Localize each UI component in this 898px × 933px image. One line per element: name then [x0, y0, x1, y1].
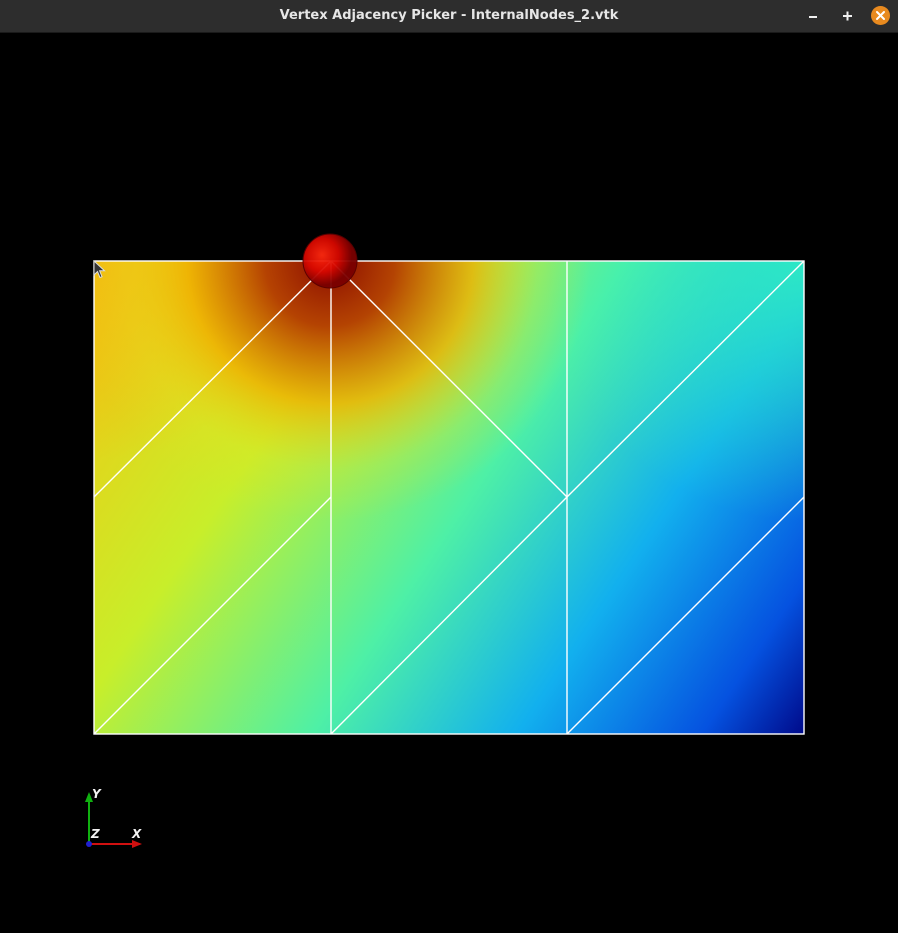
axis-label-y: Y: [92, 787, 101, 801]
axis-label-x: X: [132, 827, 142, 841]
close-icon: [876, 11, 885, 20]
window-title: Vertex Adjacency Picker - InternalNodes_…: [279, 8, 619, 23]
selected-vertex-marker[interactable]: [302, 233, 358, 289]
axis-label-z: Z: [91, 827, 100, 841]
close-button[interactable]: [871, 6, 890, 25]
mesh-surface: [94, 261, 804, 734]
render-viewport[interactable]: Y Z X: [0, 33, 898, 933]
title-bar[interactable]: Vertex Adjacency Picker - InternalNodes_…: [0, 0, 898, 33]
orientation-axes: Y Z X: [80, 787, 150, 859]
minimize-button[interactable]: [802, 5, 824, 27]
app-window: Vertex Adjacency Picker - InternalNodes_…: [0, 0, 898, 933]
plus-icon: [843, 11, 852, 21]
axes-arrows: [85, 792, 142, 848]
mouse-cursor-icon: [93, 260, 106, 279]
minimize-icon: [809, 16, 817, 18]
maximize-button[interactable]: [836, 5, 858, 27]
